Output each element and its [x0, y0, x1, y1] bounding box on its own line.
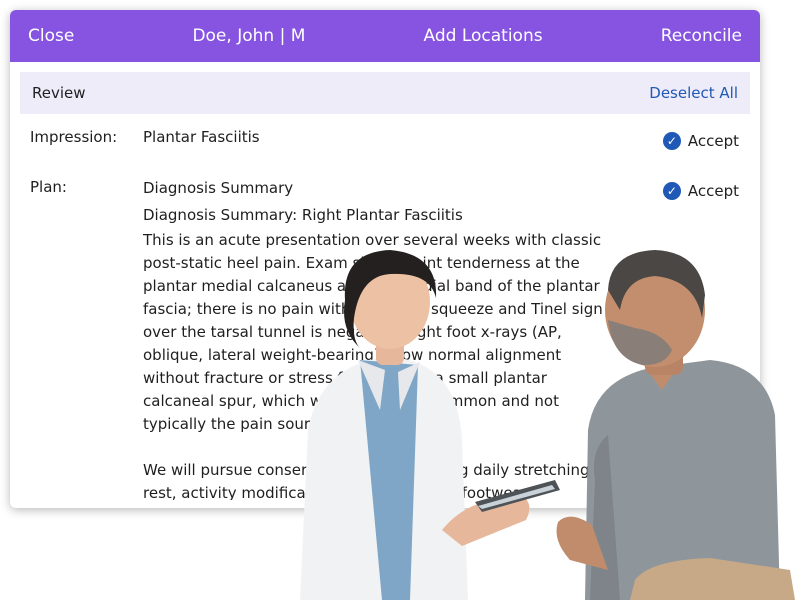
- review-header: Review Deselect All: [20, 72, 750, 114]
- add-locations-button[interactable]: Add Locations: [424, 26, 543, 46]
- patient-figure: [556, 250, 795, 600]
- plan-subtitle: Diagnosis Summary: Right Plantar Fasciit…: [143, 206, 463, 224]
- plan-title: Diagnosis Summary: [143, 179, 294, 197]
- top-toolbar: Close Doe, John | M Add Locations Reconc…: [10, 10, 760, 62]
- review-title: Review: [32, 84, 86, 102]
- close-button[interactable]: Close: [28, 26, 74, 46]
- impression-value: Plantar Fasciitis: [143, 128, 260, 146]
- clinician-patient-photo: [300, 250, 795, 600]
- impression-row: Impression: Plantar Fasciitis ✓ Accept: [20, 114, 750, 164]
- plan-accept-toggle[interactable]: ✓ Accept: [662, 182, 739, 200]
- check-circle-icon: ✓: [662, 182, 681, 200]
- patient-name: Doe, John | M: [192, 26, 306, 46]
- clinician-figure: [300, 250, 560, 600]
- plan-label: Plan:: [30, 178, 67, 196]
- check-circle-icon: ✓: [662, 132, 681, 150]
- plan-accept-label: Accept: [687, 182, 739, 200]
- deselect-all-link[interactable]: Deselect All: [649, 84, 738, 102]
- impression-accept-toggle[interactable]: ✓ Accept: [662, 132, 739, 150]
- impression-label: Impression:: [30, 128, 118, 146]
- impression-accept-label: Accept: [687, 132, 739, 150]
- reconcile-button[interactable]: Reconcile: [661, 26, 742, 46]
